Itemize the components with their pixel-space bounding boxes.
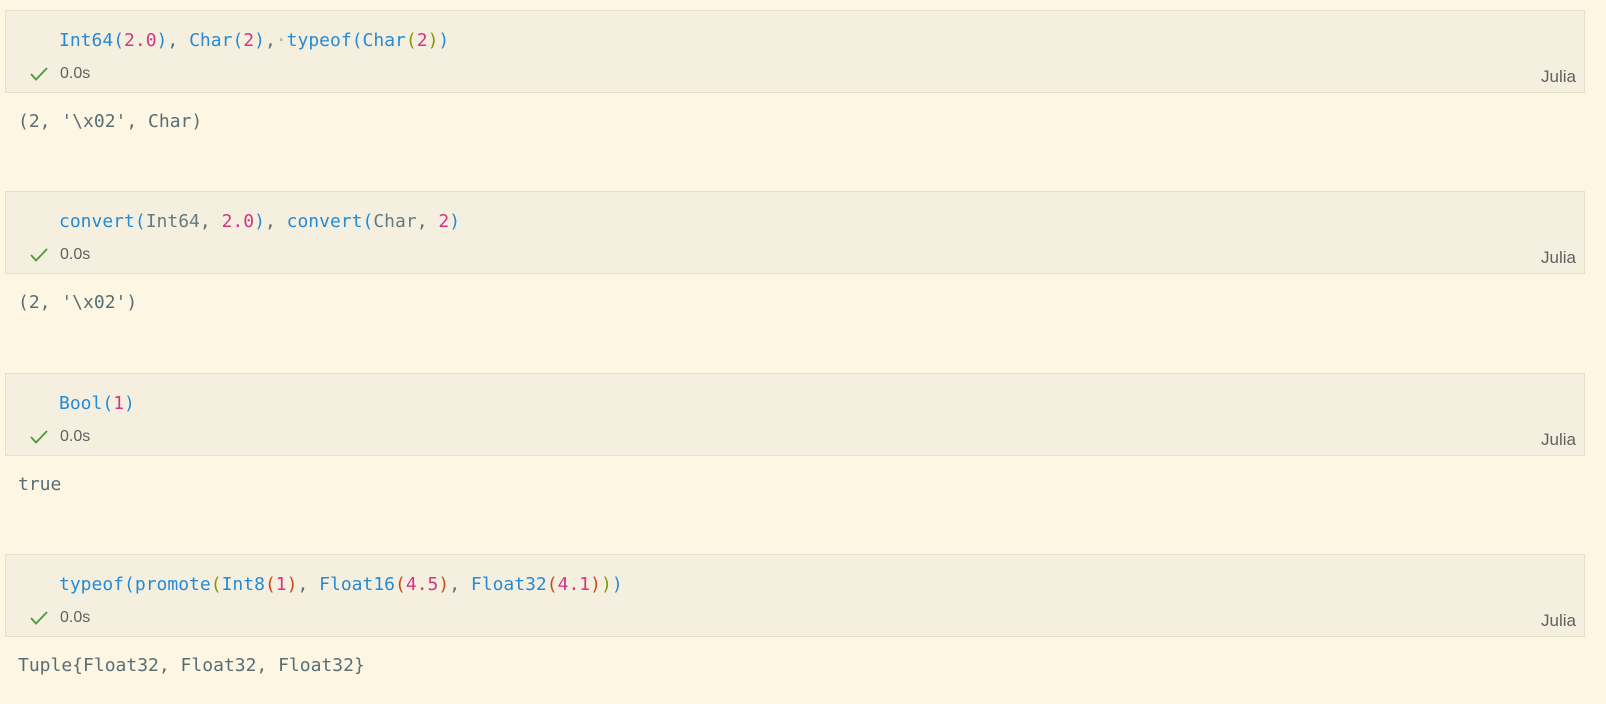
code-token: (	[362, 211, 374, 232]
code-token: )	[156, 30, 168, 51]
language-selector[interactable]: Julia	[1541, 611, 1576, 631]
code-token: (	[546, 574, 558, 595]
code-token: 2	[438, 211, 450, 232]
code-token: Int8	[221, 574, 265, 595]
code-token: convert	[286, 211, 363, 232]
code-token: ·	[275, 30, 287, 51]
code-editor[interactable]: Int64(2.0), Char(2),·typeof(Char(2))	[59, 30, 449, 52]
code-token: 2	[416, 30, 428, 51]
code-token: Int64	[59, 30, 114, 51]
code-token: )	[611, 574, 623, 595]
cell-output: (2, '\x02')	[18, 292, 138, 313]
code-token: ,	[416, 211, 439, 232]
code-cell-3[interactable]: Bool(1) 0.0s Julia	[5, 373, 1585, 456]
code-editor[interactable]: convert(Int64, 2.0), convert(Char, 2)	[59, 211, 460, 233]
code-editor[interactable]: typeof(promote(Int8(1), Float16(4.5), Fl…	[59, 574, 623, 596]
code-token: 1	[113, 393, 125, 414]
code-token: (	[124, 574, 135, 595]
code-token: (	[264, 574, 276, 595]
code-token: typeof	[59, 574, 125, 595]
check-icon	[28, 609, 50, 627]
code-token: Char	[373, 211, 417, 232]
code-token: 2.0	[221, 211, 255, 232]
check-icon	[28, 65, 50, 83]
code-token: )	[438, 30, 450, 51]
code-token: )	[449, 211, 461, 232]
code-token: )	[254, 211, 265, 232]
code-token: Bool	[59, 393, 103, 414]
execution-time: 0.0s	[60, 609, 91, 626]
code-token: (	[102, 393, 114, 414]
check-icon	[28, 246, 50, 264]
code-token: promote	[134, 574, 211, 595]
code-token: )	[600, 574, 612, 595]
code-token: ,	[297, 574, 320, 595]
code-token: (	[210, 574, 222, 595]
execution-status: 0.0s	[28, 246, 90, 264]
execution-time: 0.0s	[60, 428, 91, 445]
code-token: Float16	[319, 574, 396, 595]
execution-time: 0.0s	[60, 246, 91, 263]
code-token: ,	[199, 211, 222, 232]
code-token: typeof	[286, 30, 352, 51]
code-token: 1	[275, 574, 287, 595]
code-token: convert	[59, 211, 135, 232]
code-token: )	[254, 30, 265, 51]
code-token: (	[395, 574, 406, 595]
code-token: Float32	[470, 574, 547, 595]
code-token: ,	[264, 211, 287, 232]
cell-output: Tuple{Float32, Float32, Float32}	[18, 655, 365, 676]
code-token: 2.0	[124, 30, 157, 51]
code-token: (	[113, 30, 125, 51]
code-token: )	[124, 393, 135, 414]
code-token: ,	[264, 30, 276, 51]
code-token: 2	[243, 30, 255, 51]
code-token: )	[438, 574, 450, 595]
check-icon	[28, 428, 50, 446]
language-selector[interactable]: Julia	[1541, 67, 1576, 87]
code-token: 4.5	[405, 574, 439, 595]
code-token: )	[590, 574, 601, 595]
execution-time: 0.0s	[60, 65, 91, 82]
code-token: )	[286, 574, 298, 595]
language-selector[interactable]: Julia	[1541, 248, 1576, 268]
code-token: ,	[167, 30, 190, 51]
code-cell-2[interactable]: convert(Int64, 2.0), convert(Char, 2) 0.…	[5, 191, 1585, 274]
code-token: (	[351, 30, 363, 51]
code-cell-1[interactable]: Int64(2.0), Char(2),·typeof(Char(2)) 0.0…	[5, 10, 1585, 93]
code-token: )	[427, 30, 439, 51]
code-token: (	[405, 30, 417, 51]
code-editor[interactable]: Bool(1)	[59, 393, 135, 415]
code-token: Int64	[145, 211, 200, 232]
language-selector[interactable]: Julia	[1541, 430, 1576, 450]
execution-status: 0.0s	[28, 428, 90, 446]
code-token: Char	[189, 30, 233, 51]
code-cell-4[interactable]: typeof(promote(Int8(1), Float16(4.5), Fl…	[5, 554, 1585, 637]
cell-output: true	[18, 474, 62, 495]
code-token: (	[232, 30, 244, 51]
code-token: ,	[449, 574, 471, 595]
cell-output: (2, '\x02', Char)	[18, 111, 203, 132]
code-token: Char	[362, 30, 406, 51]
code-token: 4.1	[557, 574, 591, 595]
execution-status: 0.0s	[28, 609, 90, 627]
execution-status: 0.0s	[28, 65, 90, 83]
code-token: (	[134, 211, 146, 232]
